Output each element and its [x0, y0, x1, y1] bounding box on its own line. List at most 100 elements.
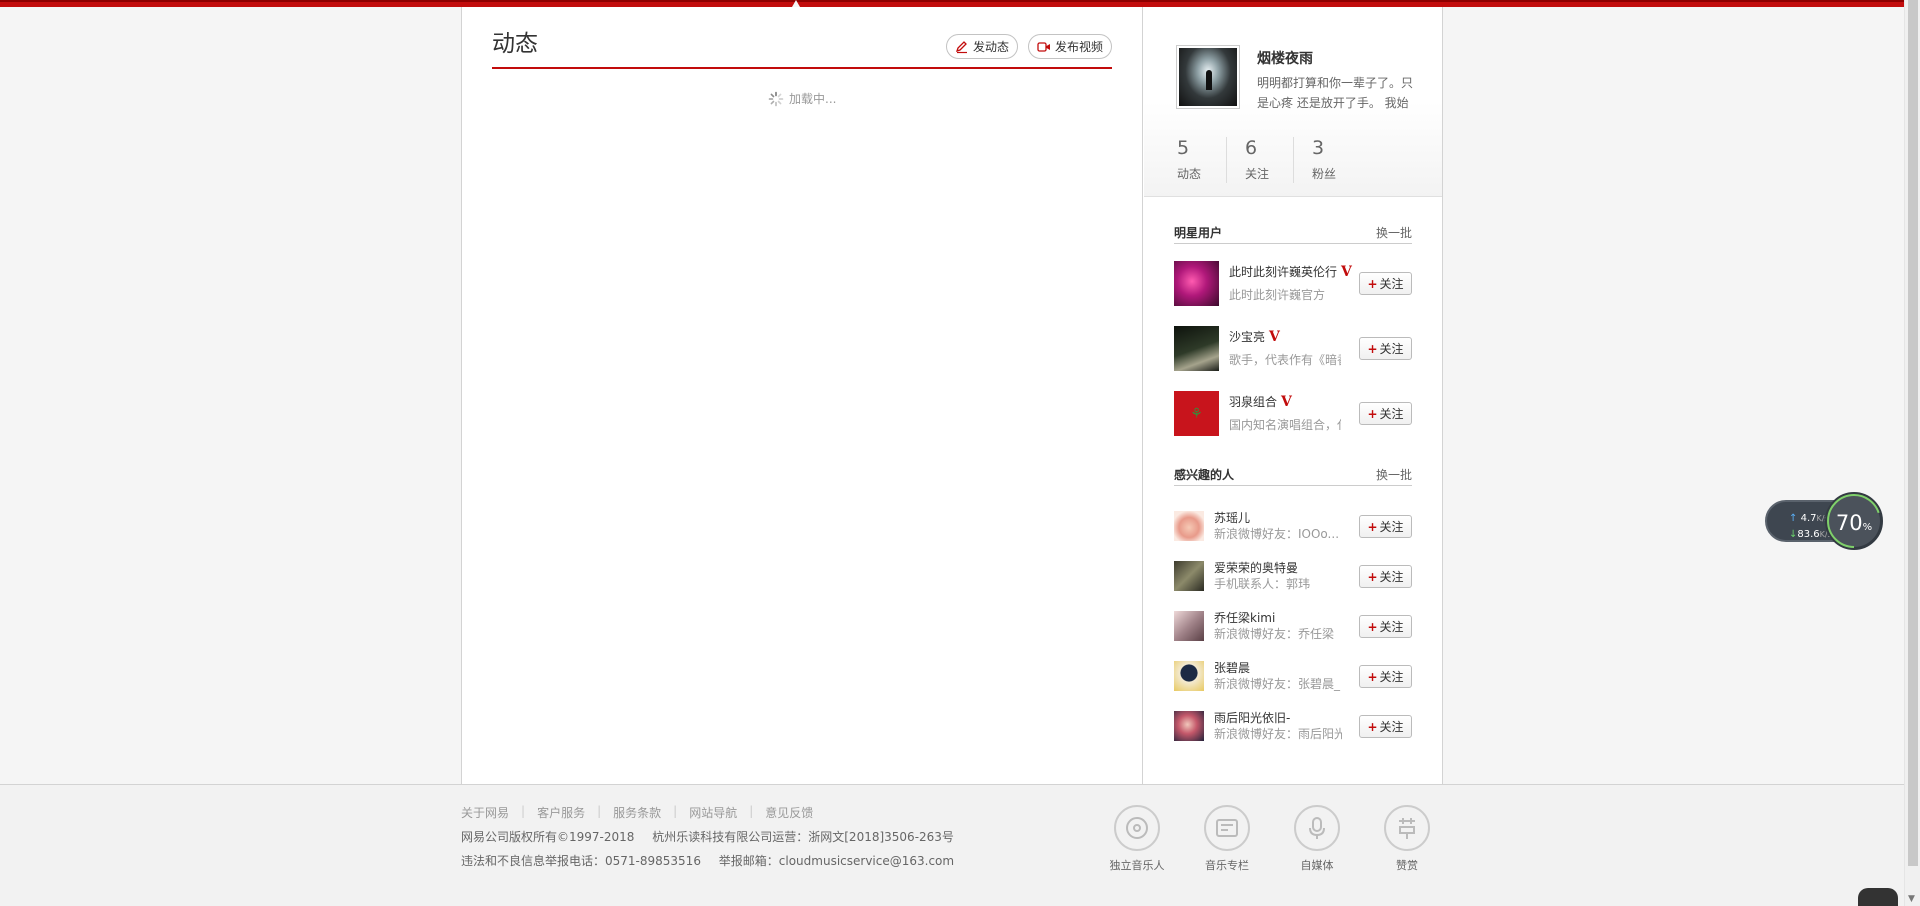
top-accent-bar	[0, 0, 1904, 7]
post-event-button[interactable]: 发动态	[945, 34, 1018, 59]
user-desc: 此时此刻许巍官方	[1229, 288, 1326, 302]
avatar[interactable]	[1174, 261, 1219, 306]
footer-copyright-line: 网易公司版权所有©1997-2018 杭州乐读科技有限公司运营：浙网文[2018…	[461, 828, 954, 845]
report-phone: 违法和不良信息举报电话：0571-89853516	[461, 854, 701, 868]
report-email: 举报邮箱：cloudmusicservice@163.com	[718, 854, 955, 868]
user-name[interactable]: 张碧晨	[1214, 659, 1250, 676]
user-name[interactable]: 雨后阳光依旧-	[1214, 709, 1290, 726]
icon-label: 自媒体	[1300, 859, 1334, 872]
footer-link-terms[interactable]: 服务条款	[613, 804, 661, 821]
vinyl-icon	[1114, 805, 1160, 851]
publish-video-button[interactable]: 发布视频	[1027, 34, 1112, 59]
plus-icon: +	[1367, 669, 1378, 684]
suggested-user-item: 苏瑶儿 新浪微博好友：IOOo... + 关注	[1174, 511, 1412, 543]
link-separator: |	[521, 804, 526, 818]
corner-tab[interactable]	[1858, 888, 1898, 906]
link-separator: |	[673, 804, 678, 818]
follow-button[interactable]: + 关注	[1359, 515, 1412, 538]
self-media-link[interactable]: 自媒体	[1294, 805, 1340, 873]
user-name[interactable]: 此时此刻许巍英伦行 V	[1229, 263, 1352, 280]
user-name[interactable]: 爱荣荣的奥特曼	[1214, 559, 1298, 576]
footer-link-service[interactable]: 客户服务	[537, 804, 585, 821]
follow-label: 关注	[1379, 342, 1404, 356]
gauge-percent: 70%	[1828, 511, 1880, 535]
video-camera-icon	[1037, 41, 1050, 52]
pencil-icon	[955, 40, 967, 53]
footer-link-about[interactable]: 关于网易	[461, 804, 509, 821]
suggested-user-item: 张碧晨 新浪微博好友：张碧晨_ + 关注	[1174, 661, 1412, 693]
avatar[interactable]	[1174, 326, 1219, 371]
refresh-stars-link[interactable]: 换一批	[1376, 224, 1412, 241]
name-text: 羽泉组合	[1229, 395, 1278, 409]
profile-card: 烟楼夜雨 明明都打算和你一辈子了。只是心疼 还是放开了手。 我始 5 动态 6 …	[1144, 7, 1442, 197]
suggested-user-item: 雨后阳光依旧- 新浪微博好友：雨后阳光依旧 +关注	[1174, 711, 1412, 743]
icon-label: 赞赏	[1396, 859, 1418, 872]
user-name[interactable]: 羽泉组合 V	[1229, 393, 1292, 410]
user-desc: 国内知名演唱组合，代表作	[1229, 418, 1341, 432]
content-wrapper: 动态 发动态 发布视频 加载中... 烟楼夜雨 明明都打算和你一辈子了。只是心疼…	[461, 7, 1443, 784]
stat-number: 6	[1245, 137, 1258, 159]
plus-icon: +	[1367, 719, 1378, 734]
avatar[interactable]	[1174, 711, 1204, 741]
vertical-scrollbar[interactable]: ▼	[1904, 0, 1920, 906]
user-name[interactable]: 苏瑶儿	[1214, 509, 1250, 526]
footer-link-feedback[interactable]: 意见反馈	[765, 804, 813, 821]
avatar[interactable]	[1174, 561, 1204, 591]
upload-speed: ↑ 4.7K/s	[1789, 513, 1829, 524]
avatar[interactable]: ⚘	[1174, 391, 1219, 436]
profile-bio: 明明都打算和你一辈子了。只是心疼 还是放开了手。 我始	[1257, 76, 1414, 110]
star-user-item: ⚘ 羽泉组合V 国内知名演唱组合，代表作 +关注	[1174, 391, 1412, 437]
link-separator: |	[749, 804, 754, 818]
stat-number: 5	[1177, 137, 1190, 159]
follow-label: 关注	[1379, 407, 1404, 421]
top-accent-cap	[0, 0, 1904, 2]
follow-label: 关注	[1379, 670, 1404, 684]
follow-button[interactable]: + 关注	[1359, 402, 1412, 425]
column-icon	[1204, 805, 1250, 851]
interest-header: 感兴趣的人 换一批	[1174, 464, 1412, 486]
operator-text: 杭州乐读科技有限公司运营：浙网文[2018]3506-263号	[652, 830, 954, 844]
follow-button[interactable]: + 关注	[1359, 665, 1412, 688]
section-title: 明星用户	[1174, 226, 1223, 240]
suggested-user-item: 爱荣荣的奥特曼 手机联系人：郭玮 + 关注	[1174, 561, 1412, 593]
user-name[interactable]: 乔任梁kimi	[1214, 609, 1275, 626]
follow-button[interactable]: + 关注	[1359, 272, 1412, 295]
main-column: 动态 发动态 发布视频 加载中...	[462, 7, 1143, 784]
stat-followers[interactable]: 3 粉丝	[1293, 137, 1360, 183]
star-users-header: 明星用户 换一批	[1174, 222, 1412, 244]
stat-following[interactable]: 6 关注	[1226, 137, 1293, 183]
avatar-glyph: ⚘	[1190, 405, 1203, 422]
mic-icon	[1294, 805, 1340, 851]
network-speed-widget[interactable]: ↑ 4.7K/s ↓83.6K/s 70%	[1765, 492, 1885, 550]
follow-button[interactable]: + 关注	[1359, 337, 1412, 360]
scrollbar-thumb[interactable]	[1908, 0, 1918, 866]
up-value: 4.7	[1800, 513, 1817, 524]
avatar[interactable]	[1174, 611, 1204, 641]
verified-badge: V	[1341, 263, 1352, 280]
header-actions: 发动态 发布视频	[945, 34, 1112, 59]
main-header: 动态 发动态 发布视频	[492, 29, 1112, 69]
profile-name[interactable]: 烟楼夜雨	[1257, 48, 1313, 68]
avatar[interactable]	[1174, 661, 1204, 691]
follow-button[interactable]: + 关注	[1359, 715, 1412, 738]
footer-report-line: 违法和不良信息举报电话：0571-89853516 举报邮箱：cloudmusi…	[461, 852, 954, 869]
follow-button[interactable]: + 关注	[1359, 615, 1412, 638]
refresh-interest-link[interactable]: 换一批	[1376, 466, 1412, 483]
avatar[interactable]	[1174, 511, 1204, 541]
percent-sign: %	[1862, 522, 1873, 533]
user-desc: 手机联系人：郭玮	[1214, 577, 1311, 591]
music-column-link[interactable]: 音乐专栏	[1204, 805, 1250, 873]
profile-avatar[interactable]	[1176, 45, 1240, 109]
footer-link-sitemap[interactable]: 网站导航	[689, 804, 737, 821]
scroll-down-arrow-icon[interactable]: ▼	[1908, 894, 1915, 904]
post-event-label: 发动态	[972, 40, 1009, 54]
icon-label: 音乐专栏	[1205, 859, 1249, 872]
footer-icon-links: 独立音乐人 音乐专栏 自媒体 赞赏	[1110, 805, 1430, 873]
star-user-item: 沙宝亮V 歌手，代表作有《暗香》 +关注	[1174, 326, 1412, 372]
icon-label: 独立音乐人	[1109, 859, 1165, 872]
stat-events[interactable]: 5 动态	[1159, 137, 1226, 183]
reward-link[interactable]: 赞赏	[1384, 805, 1430, 873]
independent-musician-link[interactable]: 独立音乐人	[1110, 805, 1165, 873]
follow-button[interactable]: + 关注	[1359, 565, 1412, 588]
user-name[interactable]: 沙宝亮 V	[1229, 328, 1280, 345]
